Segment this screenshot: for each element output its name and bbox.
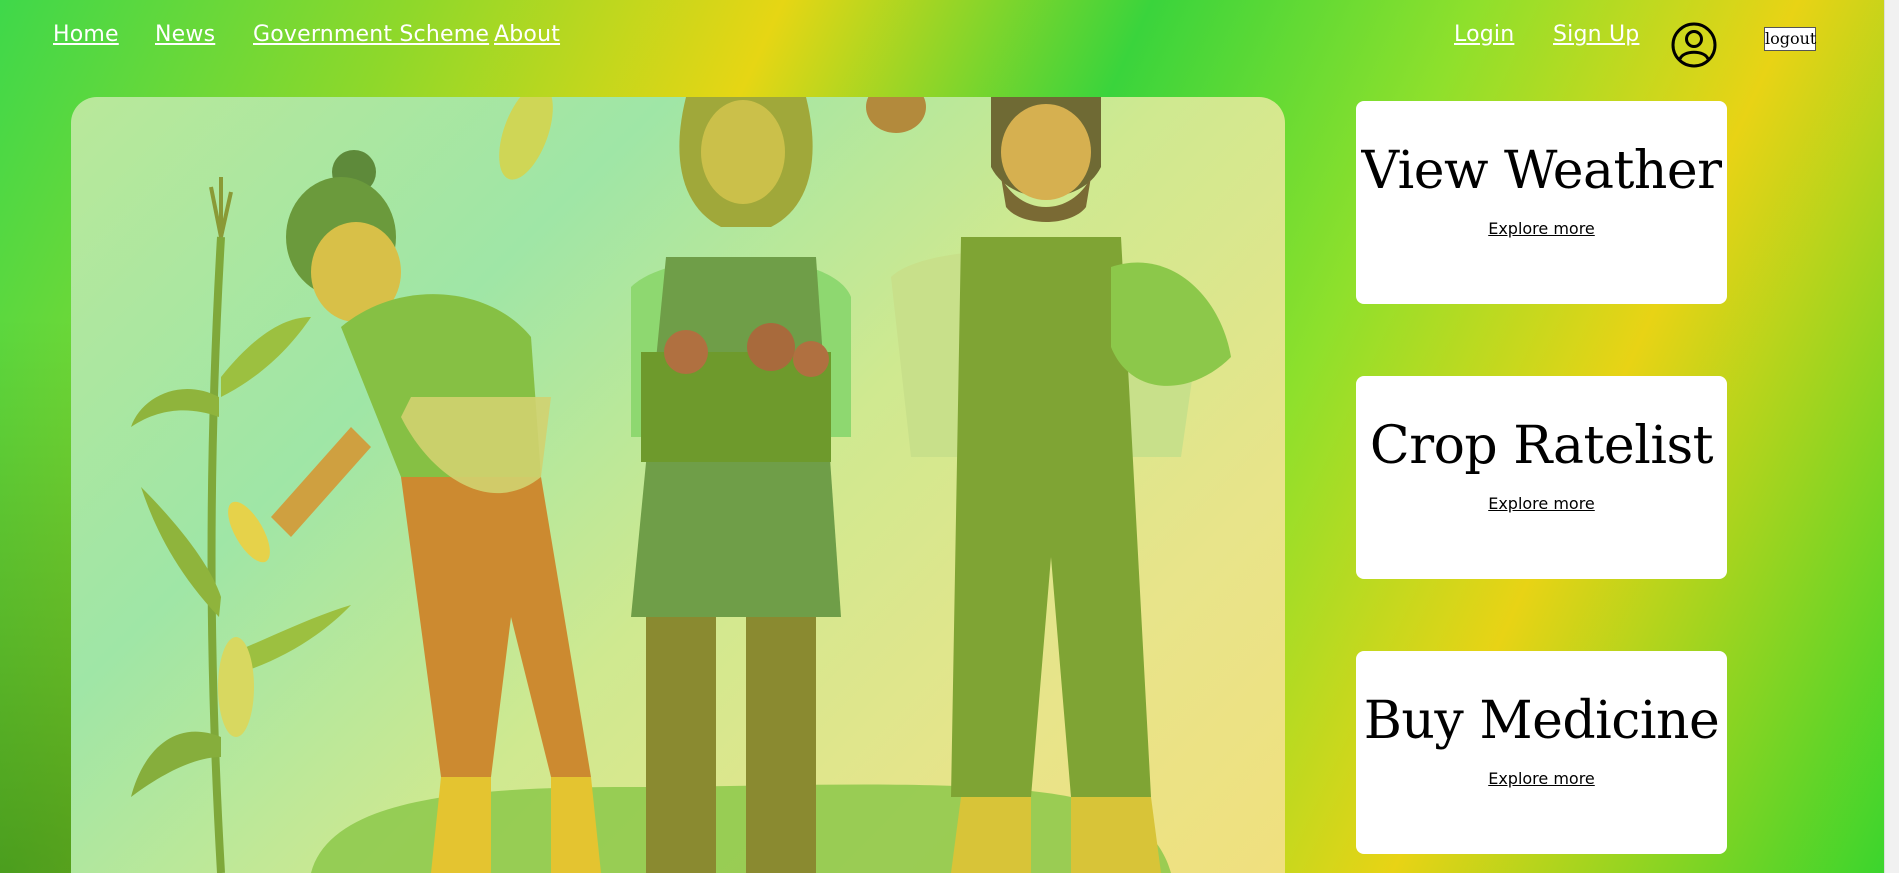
vertical-scrollbar[interactable] xyxy=(1884,0,1899,873)
hero-farmers-illustration xyxy=(71,97,1285,873)
card-title: Buy Medicine xyxy=(1363,691,1720,751)
nav-login-link[interactable]: Login xyxy=(1454,22,1514,47)
card-view-weather[interactable]: View Weather Explore more xyxy=(1356,101,1727,304)
logout-button[interactable]: logout xyxy=(1764,27,1816,51)
nav-signup-link[interactable]: Sign Up xyxy=(1553,22,1639,47)
user-circle-icon[interactable] xyxy=(1671,22,1717,68)
card-crop-ratelist[interactable]: Crop Ratelist Explore more xyxy=(1356,376,1727,579)
explore-more-link[interactable]: Explore more xyxy=(1356,219,1727,238)
card-title: View Weather xyxy=(1361,141,1722,201)
nav-home-link[interactable]: Home xyxy=(53,22,119,47)
card-buy-medicine[interactable]: Buy Medicine Explore more xyxy=(1356,651,1727,854)
nav-about-link[interactable]: About xyxy=(494,22,560,47)
card-title: Crop Ratelist xyxy=(1369,416,1714,476)
nav-government-scheme-link[interactable]: Government Scheme xyxy=(253,22,489,47)
explore-more-link[interactable]: Explore more xyxy=(1356,494,1727,513)
explore-more-link[interactable]: Explore more xyxy=(1356,769,1727,788)
nav-news-link[interactable]: News xyxy=(155,22,215,47)
